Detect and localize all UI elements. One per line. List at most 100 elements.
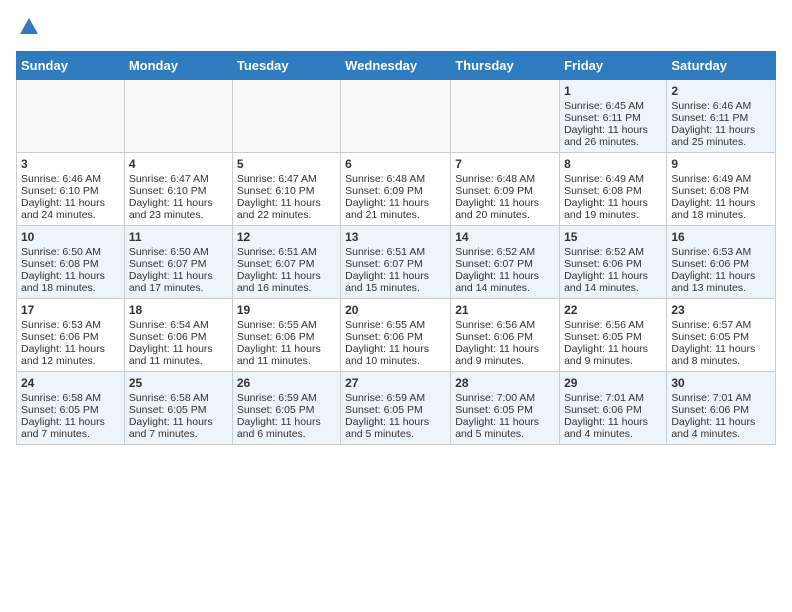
day-info: Daylight: 11 hours and 25 minutes. <box>671 124 771 148</box>
day-info: Sunrise: 6:49 AM <box>564 173 662 185</box>
day-info: Sunrise: 6:59 AM <box>237 392 336 404</box>
day-info: Daylight: 11 hours and 7 minutes. <box>21 416 120 440</box>
calendar-week-row: 17Sunrise: 6:53 AMSunset: 6:06 PMDayligh… <box>17 298 776 371</box>
calendar-cell: 11Sunrise: 6:50 AMSunset: 6:07 PMDayligh… <box>124 225 232 298</box>
day-info: Daylight: 11 hours and 5 minutes. <box>455 416 555 440</box>
day-info: Daylight: 11 hours and 15 minutes. <box>345 270 446 294</box>
day-info: Sunset: 6:08 PM <box>564 185 662 197</box>
calendar-header-thursday: Thursday <box>451 51 560 79</box>
day-info: Daylight: 11 hours and 23 minutes. <box>129 197 228 221</box>
day-info: Sunrise: 6:55 AM <box>345 319 446 331</box>
day-info: Sunrise: 6:58 AM <box>129 392 228 404</box>
calendar-cell: 10Sunrise: 6:50 AMSunset: 6:08 PMDayligh… <box>17 225 125 298</box>
day-info: Sunrise: 7:01 AM <box>671 392 771 404</box>
calendar-cell: 2Sunrise: 6:46 AMSunset: 6:11 PMDaylight… <box>667 79 776 152</box>
day-info: Daylight: 11 hours and 24 minutes. <box>21 197 120 221</box>
day-info: Daylight: 11 hours and 18 minutes. <box>21 270 120 294</box>
day-info: Daylight: 11 hours and 11 minutes. <box>237 343 336 367</box>
calendar-cell: 12Sunrise: 6:51 AMSunset: 6:07 PMDayligh… <box>232 225 340 298</box>
day-info: Sunrise: 6:47 AM <box>237 173 336 185</box>
day-info: Sunset: 6:05 PM <box>671 331 771 343</box>
day-info: Sunrise: 6:46 AM <box>21 173 120 185</box>
day-number: 16 <box>671 230 771 244</box>
calendar-cell: 30Sunrise: 7:01 AMSunset: 6:06 PMDayligh… <box>667 371 776 444</box>
day-info: Sunrise: 6:57 AM <box>671 319 771 331</box>
day-info: Sunrise: 6:52 AM <box>564 246 662 258</box>
calendar-cell: 14Sunrise: 6:52 AMSunset: 6:07 PMDayligh… <box>451 225 560 298</box>
calendar-cell: 8Sunrise: 6:49 AMSunset: 6:08 PMDaylight… <box>560 152 667 225</box>
day-number: 26 <box>237 376 336 390</box>
day-number: 12 <box>237 230 336 244</box>
day-info: Sunset: 6:05 PM <box>129 404 228 416</box>
day-info: Daylight: 11 hours and 16 minutes. <box>237 270 336 294</box>
day-info: Daylight: 11 hours and 20 minutes. <box>455 197 555 221</box>
day-info: Sunset: 6:08 PM <box>671 185 771 197</box>
day-info: Sunset: 6:06 PM <box>564 404 662 416</box>
calendar-cell: 6Sunrise: 6:48 AMSunset: 6:09 PMDaylight… <box>341 152 451 225</box>
day-info: Sunrise: 6:51 AM <box>237 246 336 258</box>
day-info: Daylight: 11 hours and 5 minutes. <box>345 416 446 440</box>
day-info: Daylight: 11 hours and 13 minutes. <box>671 270 771 294</box>
day-info: Sunset: 6:06 PM <box>237 331 336 343</box>
calendar-cell: 4Sunrise: 6:47 AMSunset: 6:10 PMDaylight… <box>124 152 232 225</box>
calendar-cell: 27Sunrise: 6:59 AMSunset: 6:05 PMDayligh… <box>341 371 451 444</box>
calendar-cell: 21Sunrise: 6:56 AMSunset: 6:06 PMDayligh… <box>451 298 560 371</box>
day-info: Sunset: 6:05 PM <box>564 331 662 343</box>
day-info: Sunset: 6:05 PM <box>455 404 555 416</box>
calendar-header-sunday: Sunday <box>17 51 125 79</box>
calendar-cell: 3Sunrise: 6:46 AMSunset: 6:10 PMDaylight… <box>17 152 125 225</box>
day-info: Daylight: 11 hours and 9 minutes. <box>564 343 662 367</box>
day-info: Sunset: 6:07 PM <box>129 258 228 270</box>
calendar-cell: 29Sunrise: 7:01 AMSunset: 6:06 PMDayligh… <box>560 371 667 444</box>
day-number: 3 <box>21 157 120 171</box>
calendar-cell: 16 Sunrise: 6:53 AMSunset: 6:06 PMDayligh… <box>667 225 776 298</box>
day-number: 17 <box>21 303 120 317</box>
day-info: Sunset: 6:06 PM <box>21 331 120 343</box>
day-info: Sunrise: 6:56 AM <box>455 319 555 331</box>
day-info: Sunrise: 7:01 AM <box>564 392 662 404</box>
day-info: Sunset: 6:09 PM <box>345 185 446 197</box>
day-number: 15 <box>564 230 662 244</box>
page-header <box>16 16 776 43</box>
day-info: Sunset: 6:10 PM <box>129 185 228 197</box>
day-info: Daylight: 11 hours and 6 minutes. <box>237 416 336 440</box>
calendar-cell <box>232 79 340 152</box>
day-number: 27 <box>345 376 446 390</box>
day-number: 23 <box>671 303 771 317</box>
calendar-week-row: 1Sunrise: 6:45 AMSunset: 6:11 PMDaylight… <box>17 79 776 152</box>
day-number: 20 <box>345 303 446 317</box>
day-info: Sunset: 6:08 PM <box>21 258 120 270</box>
day-info: Sunset: 6:07 PM <box>345 258 446 270</box>
day-info: Daylight: 11 hours and 9 minutes. <box>455 343 555 367</box>
day-info: Sunrise: 6:56 AM <box>564 319 662 331</box>
calendar-cell: 1Sunrise: 6:45 AMSunset: 6:11 PMDaylight… <box>560 79 667 152</box>
day-info: Daylight: 11 hours and 18 minutes. <box>671 197 771 221</box>
day-info: Sunrise: 6:48 AM <box>455 173 555 185</box>
calendar-header-tuesday: Tuesday <box>232 51 340 79</box>
calendar-cell: 13Sunrise: 6:51 AMSunset: 6:07 PMDayligh… <box>341 225 451 298</box>
day-info: Daylight: 11 hours and 4 minutes. <box>564 416 662 440</box>
calendar-cell <box>341 79 451 152</box>
day-info: Daylight: 11 hours and 11 minutes. <box>129 343 228 367</box>
day-info: Sunrise: 6:50 AM <box>129 246 228 258</box>
day-info: Sunrise: 6:49 AM <box>671 173 771 185</box>
day-info: Daylight: 11 hours and 7 minutes. <box>129 416 228 440</box>
day-number: 21 <box>455 303 555 317</box>
day-info: Daylight: 11 hours and 10 minutes. <box>345 343 446 367</box>
day-info: Sunrise: 6:50 AM <box>21 246 120 258</box>
calendar-cell: 23Sunrise: 6:57 AMSunset: 6:05 PMDayligh… <box>667 298 776 371</box>
day-info: Sunrise: 6:51 AM <box>345 246 446 258</box>
day-info: Sunset: 6:06 PM <box>671 404 771 416</box>
day-number: 19 <box>237 303 336 317</box>
day-info: Sunrise: 6:53 AM <box>671 246 771 258</box>
day-info: Sunrise: 6:55 AM <box>237 319 336 331</box>
calendar-cell: 20 Sunrise: 6:55 AMSunset: 6:06 PMDayligh… <box>341 298 451 371</box>
day-number: 14 <box>455 230 555 244</box>
day-info: Sunset: 6:06 PM <box>671 258 771 270</box>
day-info: Sunset: 6:07 PM <box>455 258 555 270</box>
calendar-header-wednesday: Wednesday <box>341 51 451 79</box>
day-info: Daylight: 11 hours and 14 minutes. <box>455 270 555 294</box>
calendar-cell: 22Sunrise: 6:56 AMSunset: 6:05 PMDayligh… <box>560 298 667 371</box>
day-info: Sunset: 6:06 PM <box>345 331 446 343</box>
day-info: Sunrise: 7:00 AM <box>455 392 555 404</box>
